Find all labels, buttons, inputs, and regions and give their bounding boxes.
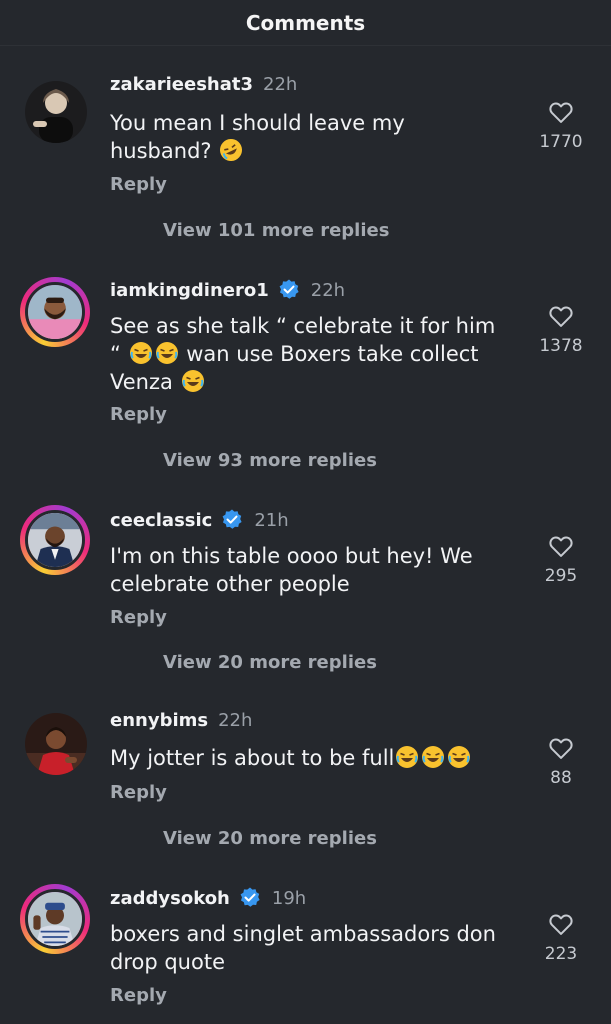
comment-username[interactable]: iamkingdinero1 (110, 280, 269, 301)
avatar[interactable] (20, 505, 90, 575)
verified-badge-icon (222, 509, 242, 529)
laughing-emoji-icon (448, 746, 471, 768)
comment-time: 22h (263, 74, 298, 95)
avatar[interactable] (24, 712, 88, 776)
comments-header: Comments (0, 0, 611, 46)
avatar[interactable] (24, 80, 88, 144)
view-more-replies[interactable]: View 20 more replies (163, 652, 377, 673)
verified-badge-icon (240, 887, 260, 907)
heart-outline-icon[interactable] (547, 302, 575, 330)
laughing-emoji-icon (155, 342, 178, 364)
avatar[interactable] (20, 884, 90, 954)
heart-outline-icon[interactable] (547, 532, 575, 560)
comment-username[interactable]: ceeclassic (110, 510, 212, 531)
rofl-emoji-icon (220, 139, 243, 161)
like-count: 1770 (539, 132, 583, 152)
reply-button[interactable]: Reply (110, 607, 167, 628)
comments-screen: Comments zakarieeshat3 22h You mean I sh… (0, 0, 611, 1024)
like-count: 88 (550, 768, 572, 788)
comment-text: You mean I should leave my husband? (110, 111, 405, 163)
heart-outline-icon[interactable] (547, 98, 575, 126)
like-block: 88 (531, 734, 591, 788)
like-block: 1770 (531, 98, 591, 152)
comment-username[interactable]: ennybims (110, 710, 208, 731)
comment-time: 22h (310, 279, 346, 301)
like-count: 223 (544, 944, 578, 964)
avatar[interactable] (20, 277, 90, 347)
like-count: 295 (544, 566, 578, 586)
laughing-emoji-icon (181, 370, 204, 392)
heart-outline-icon[interactable] (547, 734, 575, 762)
like-block: 295 (531, 532, 591, 586)
laughing-emoji-icon (129, 342, 152, 364)
view-more-replies[interactable]: View 101 more replies (163, 220, 389, 241)
view-more-replies[interactable]: View 20 more replies (163, 828, 377, 849)
comment-text: boxers and singlet ambassadors don drop … (110, 922, 496, 974)
comment-username[interactable]: zaddysokoh (110, 888, 230, 909)
like-block: 223 (531, 910, 591, 964)
reply-button[interactable]: Reply (110, 782, 167, 803)
view-more-replies[interactable]: View 93 more replies (163, 450, 377, 471)
reply-button[interactable]: Reply (110, 404, 167, 425)
comment-time: 21h (254, 509, 289, 531)
comment-username[interactable]: zakarieeshat3 (110, 74, 253, 95)
reply-button[interactable]: Reply (110, 174, 167, 195)
comment-text: I'm on this table oooo but hey! We celeb… (110, 544, 473, 596)
laughing-emoji-icon (396, 746, 419, 768)
like-block: 1378 (531, 302, 591, 356)
reply-button[interactable]: Reply (110, 985, 167, 1006)
comment-text: My jotter is about to be full (110, 744, 530, 772)
heart-outline-icon[interactable] (547, 910, 575, 938)
page-title: Comments (245, 10, 366, 35)
laughing-emoji-icon (422, 746, 445, 768)
like-count: 1378 (539, 336, 583, 356)
verified-badge-icon (279, 279, 299, 299)
comment-time: 19h (271, 887, 307, 909)
comment-time: 22h (218, 710, 253, 731)
comment-text: See as she talk “ celebrate it for him “… (110, 314, 496, 394)
